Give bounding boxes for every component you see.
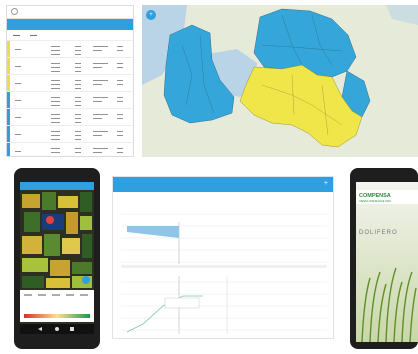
row-col-4: ▬▬ ▬▬ bbox=[117, 129, 123, 137]
brand-tagline: VIENNA INSURANCE GRO bbox=[359, 200, 392, 203]
list-item[interactable]: ▬▬ ▬▬▬ ▬▬▬ ▬▬▬ ▬▬ ▬▬ ▬▬ ▬▬▬▬▬ ▬▬▬ ▬▬ ▬▬ bbox=[7, 58, 133, 75]
row-label: ▬▬ bbox=[15, 47, 21, 51]
row-col-4: ▬▬ ▬▬ bbox=[117, 44, 123, 52]
row-accent bbox=[7, 143, 10, 156]
row-col-1: ▬▬▬ ▬▬▬ ▬▬▬ bbox=[51, 129, 60, 141]
search-icon bbox=[11, 8, 18, 15]
list-item[interactable]: ▬▬ ▬▬▬ ▬▬▬ ▬▬▬ ▬▬ ▬▬ ▬▬ ▬▬▬▬▬ ▬▬▬ ▬▬ ▬▬ bbox=[7, 109, 133, 126]
row-col-3: ▬▬▬▬▬ ▬▬▬ bbox=[93, 129, 108, 137]
row-col-1: ▬▬▬ ▬▬▬ ▬▬▬ bbox=[51, 112, 60, 124]
chart-panel: + bbox=[112, 176, 334, 339]
chart-area[interactable] bbox=[113, 192, 334, 338]
row-accent bbox=[7, 92, 10, 108]
row-col-2: ▬▬ ▬▬ ▬▬ bbox=[75, 129, 81, 141]
row-col-4: ▬▬ ▬▬ bbox=[117, 78, 123, 86]
chart-header bbox=[113, 177, 333, 192]
row-col-3: ▬▬▬▬▬ ▬▬▬ bbox=[93, 112, 108, 120]
row-col-4: ▬▬ ▬▬ bbox=[117, 146, 123, 154]
row-col-2: ▬▬ ▬▬ ▬▬ bbox=[75, 95, 81, 107]
row-col-2: ▬▬ ▬▬ ▬▬ bbox=[75, 146, 81, 157]
row-accent bbox=[7, 41, 10, 57]
phone-screen[interactable] bbox=[14, 168, 100, 349]
row-col-2: ▬▬ ▬▬ ▬▬ bbox=[75, 78, 81, 90]
row-col-1: ▬▬▬ ▬▬▬ ▬▬▬ bbox=[51, 61, 60, 73]
row-col-2: ▬▬ ▬▬ ▬▬ bbox=[75, 44, 81, 56]
row-col-2: ▬▬ ▬▬ ▬▬ bbox=[75, 61, 81, 73]
list-item[interactable]: ▬▬ ▬▬▬ ▬▬▬ ▬▬▬ ▬▬ ▬▬ ▬▬ ▬▬▬▬▬ ▬▬▬ ▬▬ ▬▬ bbox=[7, 75, 133, 92]
row-col-1: ▬▬▬ ▬▬▬ ▬▬▬ bbox=[51, 95, 60, 107]
list-item[interactable]: ▬▬ ▬▬▬ ▬▬▬ ▬▬▬ ▬▬ ▬▬ ▬▬ ▬▬▬▬▬ ▬▬▬ ▬▬ ▬▬ bbox=[7, 92, 133, 109]
record-list-panel: ▬▬ ▬▬ ▬▬ ▬▬▬ ▬▬▬ ▬▬▬ ▬▬ ▬▬ ▬▬ ▬▬▬▬▬ ▬▬▬ ▬▬ ▬▬ ▬▬ ▬▬▬… bbox=[6, 5, 134, 157]
phone-insurance-app: COMPENSA VIENNA INSURANCE GRO DOLIFERO bbox=[350, 168, 418, 349]
list-header bbox=[7, 19, 133, 30]
row-col-1: ▬▬▬ ▬▬▬ ▬▬▬ bbox=[51, 78, 60, 90]
row-col-2: ▬▬ ▬▬ ▬▬ bbox=[75, 112, 81, 124]
row-col-3: ▬▬▬▬▬ ▬▬▬ bbox=[93, 95, 108, 103]
row-label: ▬▬ bbox=[15, 132, 21, 136]
list-item[interactable]: ▬▬ ▬▬▬ ▬▬▬ ▬▬▬ ▬▬ ▬▬ ▬▬ ▬▬▬▬▬ ▬▬▬ ▬▬ ▬▬ bbox=[7, 126, 133, 143]
row-label: ▬▬ bbox=[15, 81, 21, 85]
row-accent bbox=[7, 109, 10, 125]
row-col-3: ▬▬▬▬▬ ▬▬▬ bbox=[93, 44, 108, 52]
row-col-4: ▬▬ ▬▬ bbox=[117, 95, 123, 103]
row-label: ▬▬ bbox=[15, 64, 21, 68]
list-item[interactable]: ▬▬ ▬▬▬ ▬▬▬ ▬▬▬ ▬▬ ▬▬ ▬▬ ▬▬▬▬▬ ▬▬▬ ▬▬ ▬▬ bbox=[7, 41, 133, 58]
tab-second[interactable]: ▬▬ bbox=[30, 33, 37, 37]
hero-text: DOLIFERO bbox=[359, 230, 398, 236]
row-col-4: ▬▬ ▬▬ bbox=[117, 61, 123, 69]
brand-logo: COMPENSA bbox=[359, 193, 391, 199]
row-accent bbox=[7, 126, 10, 142]
row-accent bbox=[7, 58, 10, 74]
row-label: ▬▬ bbox=[15, 98, 21, 102]
add-button[interactable]: + bbox=[324, 180, 328, 187]
phone-field-app bbox=[14, 168, 100, 349]
row-col-1: ▬▬▬ ▬▬▬ ▬▬▬ bbox=[51, 146, 60, 157]
tab-first[interactable]: ▬▬ bbox=[13, 33, 20, 37]
row-col-3: ▬▬▬▬▬ ▬▬▬ bbox=[93, 61, 108, 69]
map-canvas[interactable] bbox=[142, 5, 418, 157]
row-label: ▬▬ bbox=[15, 115, 21, 119]
row-col-3: ▬▬▬▬▬ ▬▬▬ bbox=[93, 146, 108, 154]
search-bar[interactable] bbox=[7, 6, 133, 19]
row-col-4: ▬▬ ▬▬ bbox=[117, 112, 123, 120]
map-zoom-button[interactable]: + bbox=[146, 10, 156, 20]
row-accent bbox=[7, 75, 10, 91]
row-label: ▬▬ bbox=[15, 149, 21, 153]
map-panel[interactable]: + bbox=[142, 5, 418, 157]
row-col-1: ▬▬▬ ▬▬▬ ▬▬▬ bbox=[51, 44, 60, 56]
list-item[interactable]: ▬▬ ▬▬▬ ▬▬▬ ▬▬▬ ▬▬ ▬▬ ▬▬ ▬▬▬▬▬ ▬▬▬ ▬▬ ▬▬ bbox=[7, 143, 133, 157]
list-tabs: ▬▬ ▬▬ bbox=[7, 30, 133, 41]
row-col-3: ▬▬▬▬▬ ▬▬▬ bbox=[93, 78, 108, 86]
